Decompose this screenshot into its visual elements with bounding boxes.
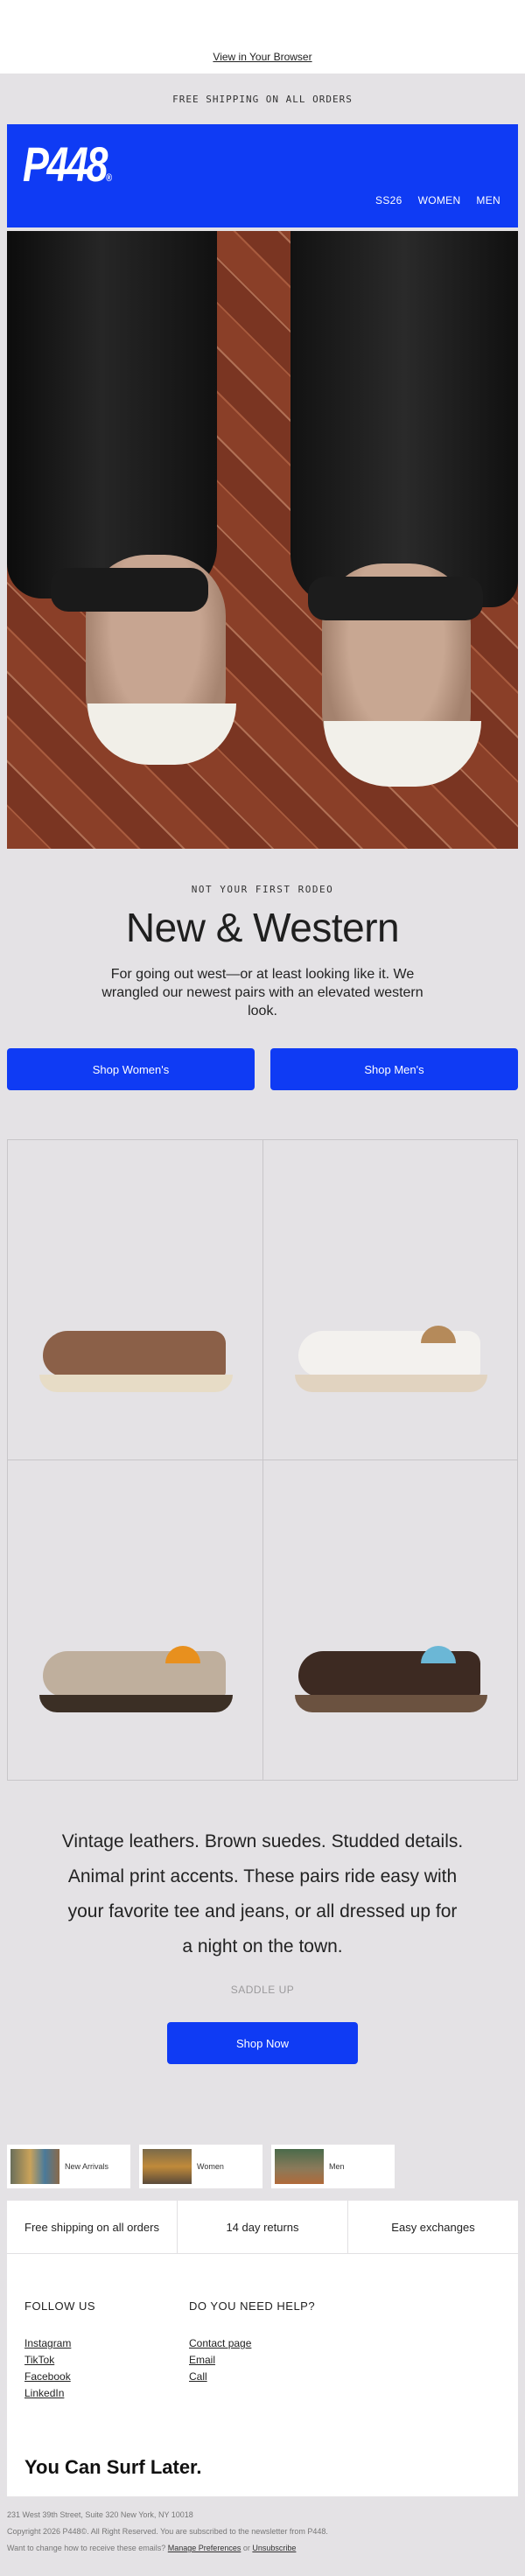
category-links: New Arrivals Women Men [7,2145,518,2188]
right-jeans-cuff [308,577,483,620]
header-nav: SS26 WOMEN MEN [375,194,500,206]
category-men[interactable]: Men [271,2145,395,2188]
intro-section: NOT YOUR FIRST RODEO New & Western For g… [0,849,525,1020]
intro-text: For going out west—or at least looking l… [102,967,424,1018]
new-arrivals-thumbnail [10,2149,60,2184]
registered-mark: ® [106,172,113,184]
footer: FOLLOW US Instagram TikTok Facebook Link… [7,2253,518,2496]
shop-womens-button[interactable]: Shop Women's [7,1048,255,1090]
brand-header: P448® SS26 WOMEN MEN [7,124,518,228]
perk-free-shipping: Free shipping on all orders [7,2201,178,2253]
product-grid [7,1139,518,1781]
shop-mens-button[interactable]: Shop Men's [270,1048,518,1090]
eyebrow: NOT YOUR FIRST RODEO [191,884,334,895]
instagram-link[interactable]: Instagram [24,2335,189,2352]
product-tile[interactable] [8,1460,263,1781]
legal-text: 231 West 39th Street, Suite 320 New York… [0,2496,525,2557]
perk-exchanges: Easy exchanges [391,2220,475,2234]
view-in-browser-link[interactable]: View in Your Browser [0,51,525,63]
help-heading: DO YOU NEED HELP? [189,2300,316,2313]
collection-label: SADDLE UP [230,1984,295,1996]
product-tile[interactable] [262,1140,518,1460]
sneaker-taupe-orange-laces-icon [34,1646,236,1712]
follow-column: FOLLOW US Instagram TikTok Facebook Link… [24,2300,189,2402]
product-tile[interactable] [262,1460,518,1781]
sneaker-white-leopard-icon [290,1326,492,1392]
headline: New & Western [125,905,400,950]
category-label: Men [329,2162,345,2171]
nav-men[interactable]: MEN [476,194,500,206]
nav-ss26[interactable]: SS26 [375,194,402,206]
jeans-left-leg [7,231,217,598]
product-tile[interactable] [8,1140,263,1460]
body-copy: Vintage leathers. Brown suedes. Studded … [61,1831,464,1956]
facebook-link[interactable]: Facebook [24,2369,189,2385]
nav-women[interactable]: WOMEN [418,194,461,206]
cta-row: Shop Women's Shop Men's [7,1048,518,1090]
category-label: Women [197,2162,224,2171]
email-link[interactable]: Email [189,2352,354,2369]
left-sneaker-sole [88,704,236,765]
category-new-arrivals[interactable]: New Arrivals [7,2145,130,2188]
women-thumbnail [143,2149,192,2184]
men-thumbnail [275,2149,324,2184]
category-label: New Arrivals [65,2162,109,2171]
call-link[interactable]: Call [189,2369,354,2385]
announcement-bar: FREE SHIPPING ON ALL ORDERS [172,93,353,105]
right-sneaker-sole [324,721,481,787]
p448-logo[interactable]: P448® [23,140,112,189]
address: 231 West 39th Street, Suite 320 New York… [7,2510,193,2519]
follow-heading: FOLLOW US [24,2300,96,2313]
hero-image[interactable] [7,231,518,849]
logo-text: P448 [23,136,108,192]
email-body: FREE SHIPPING ON ALL ORDERS P448® SS26 W… [0,74,525,2576]
perk-returns: 14 day returns [178,2201,348,2253]
manage-preferences-link[interactable]: Manage Preferences [168,2544,242,2552]
unsubscribe-link[interactable]: Unsubscribe [252,2544,296,2552]
preferences-line: Want to change how to receive these emai… [7,2540,518,2557]
category-women[interactable]: Women [139,2145,262,2188]
linkedin-link[interactable]: LinkedIn [24,2385,189,2402]
left-jeans-cuff [51,568,208,612]
jeans-right-leg [290,231,518,607]
perks-bar: Free shipping on all orders 14 day retur… [7,2201,518,2253]
footer-tagline: You Can Surf Later. [24,2456,202,2478]
copyright: Copyright 2026 P448©. All Right Reserved… [7,2527,328,2536]
contact-page-link[interactable]: Contact page [189,2335,354,2352]
preferences-prompt: Want to change how to receive these emai… [7,2544,166,2552]
shop-now-button[interactable]: Shop Now [167,2022,358,2064]
sneaker-dark-brown-blue-icon [290,1646,492,1712]
help-column: DO YOU NEED HELP? Contact page Email Cal… [189,2300,354,2402]
preheader: View in Your Browser [0,0,525,74]
or-text: or [242,2544,250,2552]
sneaker-brown-suede-icon [34,1331,236,1392]
tiktok-link[interactable]: TikTok [24,2352,189,2369]
